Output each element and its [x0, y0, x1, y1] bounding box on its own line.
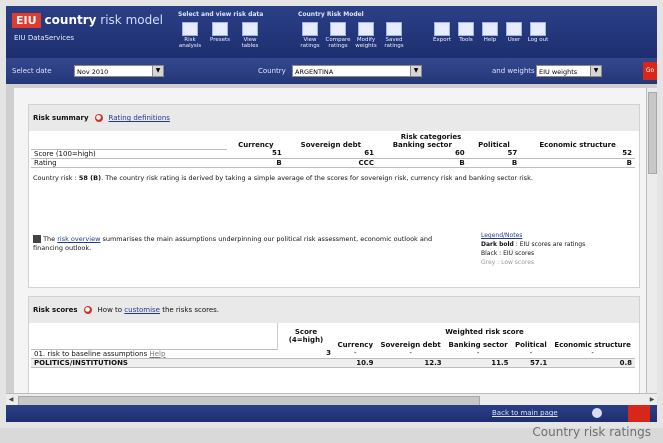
table-row: 01. risk to baseline assumptions Help 3 … — [31, 349, 635, 359]
app-subtitle: EIU DataServices — [14, 34, 75, 42]
risk-overview-link[interactable]: risk overview — [57, 235, 100, 243]
country-risk-text: Country risk : 58 (B). The country risk … — [33, 173, 533, 182]
selection-bar: Select date Nov 2010 ▼ Country ARGENTINA ▼… — [6, 58, 657, 84]
risk-scores-header: Risk scores ● How to customise the risks… — [29, 297, 639, 323]
red-action-button[interactable] — [628, 405, 650, 422]
table-row: Rating B CCC B B B — [31, 158, 635, 168]
view-tables-icon — [242, 22, 258, 36]
date-label: Select date — [12, 67, 52, 75]
risk-summary-panel: Risk summary ● Rating definitions Risk c… — [28, 104, 640, 288]
saved-ratings-icon — [386, 22, 402, 36]
legend-item: Dark bold : EIU scores are ratings — [481, 241, 586, 248]
view-tables-button[interactable]: View tables — [236, 22, 264, 58]
legend-title[interactable]: Legend/Notes — [481, 231, 631, 240]
help-icon — [482, 22, 498, 36]
view-ratings-button[interactable]: View ratings — [296, 22, 324, 58]
main-content: Risk summary ● Rating definitions Risk c… — [14, 88, 648, 393]
table-row: POLITICS/INSTITUTIONS 10.9 12.3 11.5 57.… — [31, 358, 635, 368]
weighted-header: Weighted risk score — [445, 328, 524, 336]
modify-weights-icon — [358, 22, 374, 36]
risk-categories-header: Risk categories — [400, 133, 462, 141]
legend-item: Grey : Low scores — [481, 259, 535, 266]
col-banking-sector: Banking sector — [392, 141, 452, 149]
view-ratings-icon — [302, 22, 318, 36]
logout-icon — [530, 22, 546, 36]
weights-label: and weights — [492, 67, 535, 75]
risk-analysis-button[interactable]: Risk analysis — [176, 22, 204, 58]
rating-definitions-link[interactable]: Rating definitions — [109, 114, 170, 122]
title-bar: EIU country risk model EIU DataServices … — [6, 6, 657, 58]
modify-weights-button[interactable]: Modify weights — [352, 22, 380, 58]
col-political: Political — [478, 141, 510, 149]
country-risk-value: 58 (B) — [78, 173, 102, 182]
app-window: EIU country risk model EIU DataServices … — [0, 0, 663, 428]
country-label: Country — [258, 67, 286, 75]
toolbar-group-select-label: Select and view risk data — [178, 11, 264, 18]
legend-item: Black : EIU scores — [481, 250, 535, 257]
risk-scores-panel: Risk scores ● How to customise the risks… — [28, 296, 640, 393]
user-icon — [506, 22, 522, 36]
date-select[interactable]: Nov 2010 ▼ — [74, 65, 164, 77]
presets-icon — [212, 22, 228, 36]
col-economic-structure: Economic structure — [539, 141, 616, 149]
chevron-down-icon: ▼ — [410, 66, 421, 76]
risk-summary-table: Risk categories Currency Sovereign debt … — [31, 133, 635, 168]
presets-button[interactable]: Presets — [206, 22, 234, 58]
logo: EIU country risk model — [12, 10, 163, 30]
chevron-down-icon: ▼ — [152, 66, 163, 76]
score-header: Score (4=high) — [277, 323, 334, 349]
eiu-logo-badge: EIU — [12, 12, 41, 28]
table-row: Score (100=high) 51 61 60 57 52 — [31, 149, 635, 159]
toolbar-group-model-label: Country Risk Model — [298, 11, 364, 18]
compare-ratings-icon — [330, 22, 346, 36]
risk-summary-header: Risk summary ● Rating definitions — [29, 105, 639, 131]
vertical-scrollbar[interactable] — [646, 88, 657, 393]
risk-scores-table: Score (4=high) Weighted risk score Curre… — [31, 323, 635, 368]
logout-button[interactable]: Log out — [524, 22, 552, 58]
footer-bar: Back to main page — [6, 405, 657, 422]
col-sovereign-debt: Sovereign debt — [300, 141, 361, 149]
legend-box: Legend/Notes Dark bold : EIU scores are … — [481, 231, 631, 267]
info-icon: ● — [94, 114, 103, 122]
image-caption: Country risk ratings — [532, 425, 651, 439]
compare-ratings-button[interactable]: Compare ratings — [324, 22, 352, 58]
customise-link[interactable]: customise — [124, 306, 160, 314]
document-icon — [33, 235, 41, 243]
globe-icon[interactable] — [592, 408, 602, 418]
risk-summary-title: Risk summary — [33, 114, 89, 122]
chevron-down-icon: ▼ — [590, 66, 601, 76]
tools-icon — [458, 22, 474, 36]
info-icon: ● — [83, 306, 92, 314]
help-link[interactable]: Help — [149, 350, 165, 358]
back-to-main-link[interactable]: Back to main page — [492, 409, 558, 417]
risk-analysis-icon — [182, 22, 198, 36]
saved-ratings-button[interactable]: Saved ratings — [380, 22, 408, 58]
export-icon — [434, 22, 450, 36]
risk-overview-note: The risk overview summarises the main as… — [33, 235, 433, 252]
weights-select[interactable]: EIU weights ▼ — [536, 65, 602, 77]
scroll-thumb[interactable] — [648, 92, 657, 174]
risk-scores-title: Risk scores — [33, 306, 78, 314]
go-button[interactable]: Go — [643, 62, 657, 80]
country-select[interactable]: ARGENTINA ▼ — [292, 65, 422, 77]
app-name: country risk model — [44, 13, 163, 27]
col-currency: Currency — [238, 141, 274, 149]
